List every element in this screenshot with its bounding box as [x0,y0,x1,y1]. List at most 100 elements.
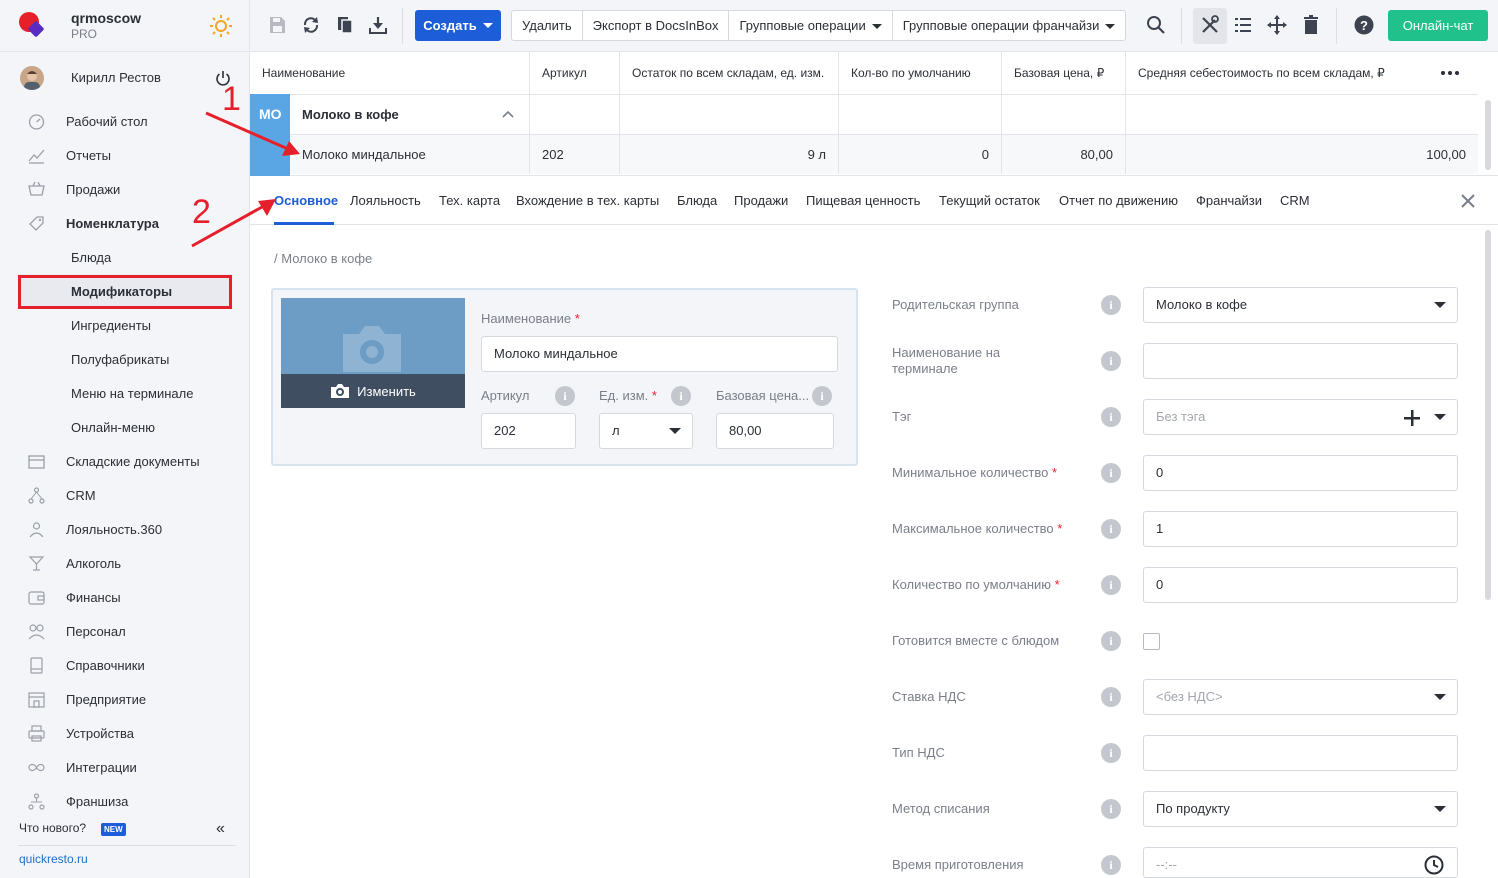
avatar[interactable] [20,66,44,90]
info-icon[interactable]: i [1101,575,1121,595]
column-header-stock[interactable]: Остаток по всем складам, ед. изм. [620,52,839,94]
tab-current-stock[interactable]: Текущий остаток [939,193,1040,208]
info-icon[interactable]: i [1101,519,1121,539]
name-label: Наименование * [481,311,580,326]
cart-icon [28,181,45,196]
column-header-cost[interactable]: Средняя себестоимость по всем складам, ₽ [1126,52,1478,94]
sidebar-item-finance[interactable]: Финансы [0,580,250,614]
copy-icon[interactable] [335,15,355,35]
tab-main[interactable]: Основное [274,193,338,208]
cook-time-input[interactable]: --:-- [1143,847,1458,878]
min-qty-input[interactable]: 0 [1143,455,1458,491]
group-operations-button[interactable]: Групповые операции [729,11,893,40]
column-header-article[interactable]: Артикул [530,52,620,94]
user-profile[interactable]: Кирилл Рестов [0,58,250,98]
search-icon[interactable] [1146,15,1166,35]
sidebar-item-label: Складские документы [66,454,200,469]
sidebar-item-alcohol[interactable]: Алкоголь [0,546,250,580]
sidebar-item-staff[interactable]: Персонал [0,614,250,648]
list-settings-icon[interactable] [1233,15,1253,35]
info-icon[interactable]: i [1101,407,1121,427]
tab-franchisee[interactable]: Франчайзи [1196,193,1262,208]
terminal-name-input[interactable] [1143,343,1458,379]
sidebar-item-label: Полуфабрикаты [71,352,170,367]
info-icon[interactable]: i [812,386,832,406]
sun-icon[interactable] [210,15,232,37]
save-icon[interactable] [267,15,287,35]
franchise-group-operations-button[interactable]: Групповые операции франчайзи [893,11,1126,40]
table-row-group[interactable]: Молоко в кофе [250,94,1478,134]
delete-button[interactable]: Удалить [512,11,583,40]
sidebar-item-directories[interactable]: Справочники [0,648,250,682]
cooked-with-checkbox[interactable] [1143,633,1160,650]
info-icon[interactable]: i [1101,631,1121,651]
tab-loyalty[interactable]: Лояльность [350,193,421,208]
vat-rate-select[interactable]: <без НДС> [1143,679,1458,715]
info-icon[interactable]: i [1101,687,1121,707]
article-input[interactable]: 202 [481,413,576,449]
sidebar-item-loyalty[interactable]: Лояльность.360 [0,512,250,546]
tab-nutrition[interactable]: Пищевая ценность [806,193,920,208]
table-row[interactable]: Молоко миндальное 202 9 л 0 80,00 100,00 [250,134,1478,174]
sidebar-subitem-ingredients[interactable]: Ингредиенты [0,308,250,342]
online-chat-button[interactable]: Онлайн-чат [1388,10,1488,41]
tools-icon[interactable] [1200,15,1220,35]
tab-sales[interactable]: Продажи [734,193,788,208]
help-icon[interactable]: ? [1354,15,1374,35]
column-header-default-qty[interactable]: Кол-во по умолчанию [839,52,1002,94]
name-input[interactable]: Молоко миндальное [481,336,838,372]
tab-tech-card-entries[interactable]: Вхождение в тех. карты [516,193,659,208]
download-icon[interactable] [368,15,388,35]
tab-movement-report[interactable]: Отчет по движению [1059,193,1178,208]
info-icon[interactable]: i [1101,743,1121,763]
move-icon[interactable] [1267,15,1287,35]
clock-icon[interactable] [1424,855,1444,875]
grid-scrollbar[interactable] [1485,100,1491,170]
info-icon[interactable]: i [1101,351,1121,371]
create-button[interactable]: Создать [415,10,501,41]
info-icon[interactable]: i [1101,295,1121,315]
refresh-icon[interactable] [301,15,321,35]
detail-scrollbar[interactable] [1485,230,1491,600]
sidebar-item-franchise[interactable]: Франшиза [0,784,250,818]
max-qty-input[interactable]: 1 [1143,511,1458,547]
sidebar-item-crm[interactable]: CRM [0,478,250,512]
base-price-input[interactable]: 80,00 [716,413,834,449]
tab-tech-card[interactable]: Тех. карта [439,193,500,208]
change-photo-button[interactable]: Изменить [281,374,465,408]
chevron-up-icon[interactable] [502,110,514,118]
info-icon[interactable]: i [1101,463,1121,483]
sidebar-item-enterprise[interactable]: Предприятие [0,682,250,716]
sidebar-item-warehouse-docs[interactable]: Складские документы [0,444,250,478]
default-qty-input[interactable]: 0 [1143,567,1458,603]
writeoff-method-select[interactable]: По продукту [1143,791,1458,827]
max-qty-label: Максимальное количество * [892,521,1082,537]
sidebar-subitem-terminal-menu[interactable]: Меню на терминале [0,376,250,410]
collapse-sidebar-icon[interactable]: « [216,820,225,838]
column-header-name[interactable]: Наименование [250,52,530,94]
tab-crm[interactable]: CRM [1280,193,1310,208]
column-header-price[interactable]: Базовая цена, ₽ [1002,52,1126,94]
info-icon[interactable]: i [671,386,691,406]
tag-select[interactable]: Без тэга [1143,399,1458,435]
photo-placeholder[interactable]: Изменить [281,298,465,408]
info-icon[interactable]: i [1101,855,1121,875]
info-icon[interactable]: i [555,386,575,406]
breadcrumb[interactable]: / Молоко в кофе [274,251,372,266]
sidebar-item-integrations[interactable]: Интеграции [0,750,250,784]
whats-new-link[interactable]: Что нового? [19,821,86,835]
export-docsinbox-button[interactable]: Экспорт в DocsInBox [583,11,730,40]
close-icon[interactable] [1458,191,1478,211]
trash-icon[interactable] [1301,15,1321,35]
plus-icon[interactable] [1404,410,1420,426]
sidebar-subitem-online-menu[interactable]: Онлайн-меню [0,410,250,444]
more-options-icon[interactable] [1441,71,1459,75]
info-icon[interactable]: i [1101,799,1121,819]
unit-select[interactable]: л [599,413,693,449]
vat-type-input[interactable] [1143,735,1458,771]
sidebar-item-devices[interactable]: Устройства [0,716,250,750]
sidebar-subitem-semifinished[interactable]: Полуфабрикаты [0,342,250,376]
tab-dishes[interactable]: Блюда [677,193,717,208]
parent-group-select[interactable]: Молоко в кофе [1143,287,1458,323]
site-link[interactable]: quickresto.ru [19,852,88,866]
